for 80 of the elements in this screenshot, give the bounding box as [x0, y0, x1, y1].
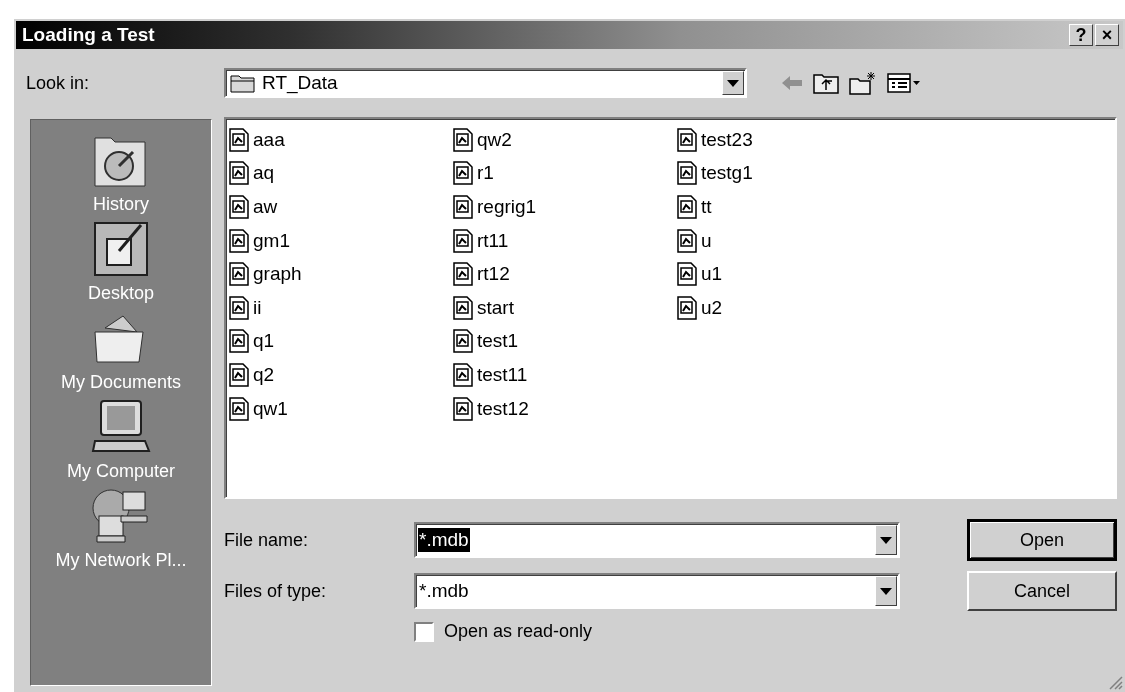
help-button[interactable]: ? [1069, 24, 1093, 46]
file-name[interactable]: test11 [477, 363, 528, 386]
document-icon [452, 262, 474, 287]
cancel-button[interactable]: Cancel [967, 571, 1117, 611]
document-icon [676, 262, 698, 287]
file-name[interactable]: qw1 [253, 397, 288, 420]
document-icon [452, 228, 474, 253]
folder-icon [230, 73, 256, 93]
document-icon [676, 295, 698, 320]
file-name[interactable]: regrig1 [477, 196, 537, 218]
document-icon [676, 127, 698, 152]
document-icon [228, 396, 250, 421]
file-name-value: *.mdb [418, 528, 470, 552]
document-icon [676, 161, 698, 186]
document-icon [452, 295, 474, 320]
place-label[interactable]: Desktop [87, 283, 154, 304]
resize-grip-icon[interactable] [1107, 674, 1123, 690]
file-name[interactable]: r1 [477, 162, 494, 185]
document-icon [228, 228, 250, 253]
file-name[interactable]: ii [253, 296, 262, 319]
document-icon [228, 127, 250, 152]
file-name[interactable]: u [701, 229, 712, 252]
file-type-value: *.mdb [418, 579, 470, 603]
document-icon [228, 329, 250, 354]
file-name[interactable]: test23 [701, 128, 753, 151]
place-label[interactable]: My Network Pl... [55, 550, 187, 571]
file-name[interactable]: rt12 [477, 263, 510, 286]
document-icon [452, 362, 474, 387]
file-name[interactable]: gm1 [253, 229, 290, 252]
up-folder-icon[interactable] [813, 72, 839, 94]
file-name[interactable]: test1 [477, 330, 519, 353]
file-name[interactable]: graph [253, 263, 302, 286]
file-type-label: Files of type: [224, 580, 328, 602]
dropdown-button[interactable] [875, 525, 897, 555]
document-icon [228, 195, 250, 219]
file-name[interactable]: q1 [253, 330, 275, 353]
place-label[interactable]: My Documents [60, 372, 181, 393]
document-icon [228, 262, 250, 287]
file-name[interactable]: start [477, 296, 514, 319]
dropdown-button[interactable] [722, 71, 744, 95]
document-icon [452, 329, 474, 354]
file-name[interactable]: test12 [477, 397, 529, 420]
file-name[interactable]: q2 [253, 363, 275, 386]
file-name[interactable]: u2 [701, 296, 723, 319]
read-only-checkbox[interactable] [414, 621, 434, 642]
file-type-dropdown[interactable]: *.mdb [414, 573, 900, 609]
document-icon [452, 161, 474, 186]
new-folder-icon[interactable] [849, 71, 877, 95]
close-button[interactable]: × [1095, 24, 1119, 46]
view-menu-icon[interactable] [887, 72, 921, 94]
file-name[interactable]: tt [701, 196, 712, 218]
document-icon [452, 195, 474, 219]
place-label[interactable]: My Computer [67, 461, 175, 482]
look-in-label: Look in: [26, 72, 91, 94]
document-icon [228, 362, 250, 387]
document-icon [676, 228, 698, 253]
document-icon [452, 396, 474, 421]
file-name[interactable]: aaa [253, 128, 285, 151]
document-icon [228, 295, 250, 320]
file-name[interactable]: rt11 [477, 229, 509, 252]
window-title: Loading a Test [22, 24, 155, 46]
document-icon [676, 195, 698, 219]
file-name[interactable]: qw2 [477, 128, 512, 151]
file-name[interactable]: u1 [701, 263, 723, 286]
folder-name: RT_Data [262, 72, 338, 94]
file-name-label: File name: [224, 529, 310, 551]
look-in-dropdown[interactable]: RT_Data [224, 68, 747, 98]
file-name-field[interactable]: *.mdb [414, 522, 900, 558]
caret-icon [880, 587, 892, 595]
place-label[interactable]: History [93, 194, 149, 215]
document-icon [452, 127, 474, 152]
document-icon [228, 161, 250, 186]
file-name[interactable]: aw [253, 196, 278, 218]
caret-icon [880, 536, 892, 544]
file-name[interactable]: aq [253, 162, 275, 185]
read-only-label: Open as read-only [444, 621, 593, 642]
file-name[interactable]: testg1 [701, 162, 753, 185]
dropdown-button[interactable] [875, 576, 897, 606]
open-button[interactable]: Open [967, 519, 1117, 561]
caret-icon [727, 79, 739, 87]
